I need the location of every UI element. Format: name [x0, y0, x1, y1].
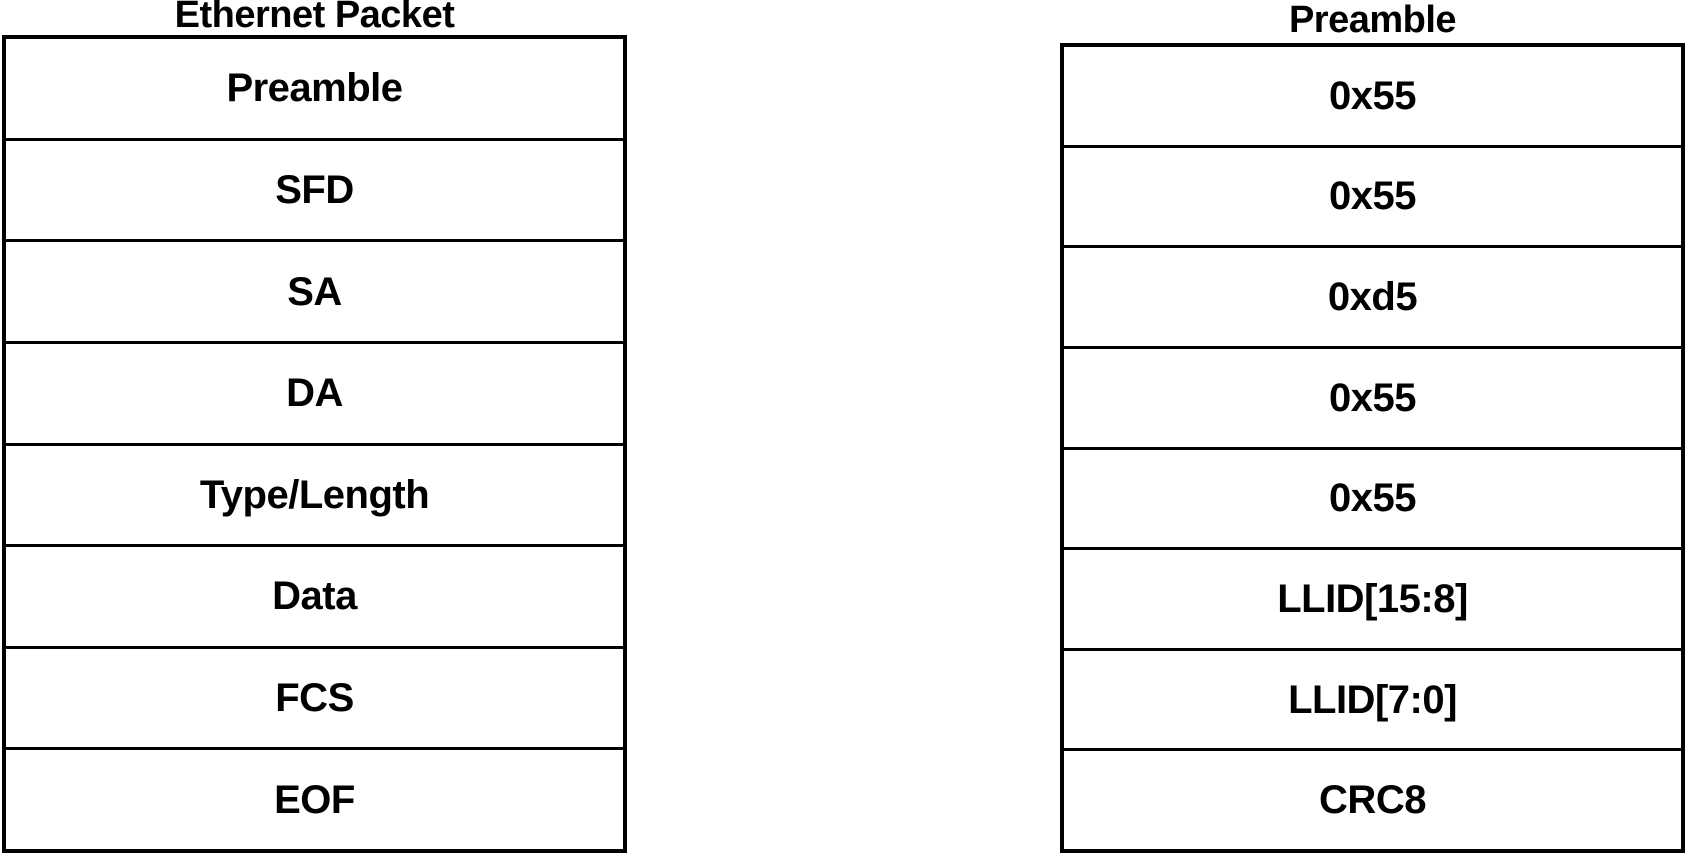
preamble-byte-4: 0x55 — [1064, 449, 1681, 551]
preamble-byte-0: 0x55 — [1064, 47, 1681, 148]
packet-field-da: DA — [6, 343, 623, 446]
packet-field-label: DA — [286, 371, 343, 416]
preamble-byte-label: 0xd5 — [1327, 275, 1418, 320]
preamble-byte-label: LLID[15:8] — [1277, 576, 1468, 621]
preamble-byte-label: 0x55 — [1329, 476, 1416, 521]
ethernet-packet-title: Ethernet Packet — [174, 0, 455, 35]
packet-field-label: FCS — [275, 676, 354, 721]
packet-field-fcs: FCS — [6, 648, 623, 751]
packet-field-data: Data — [6, 547, 623, 649]
preamble-byte-2: 0xd5 — [1064, 248, 1681, 349]
preamble-byte-1: 0x55 — [1064, 147, 1681, 249]
packet-field-sfd: SFD — [6, 140, 623, 243]
preamble-byte-llid-low: LLID[7:0] — [1064, 650, 1681, 752]
packet-field-label: SA — [287, 269, 342, 314]
ethernet-packet-panel: Ethernet Packet Preamble SFD SA DA Type/… — [2, 0, 627, 855]
preamble-byte-label: 0x55 — [1329, 73, 1416, 118]
packet-field-sa: SA — [6, 242, 623, 344]
ethernet-packet-field-stack: Preamble SFD SA DA Type/Length Data FCS … — [2, 35, 627, 853]
preamble-title: Preamble — [1288, 0, 1457, 40]
packet-field-preamble: Preamble — [6, 39, 623, 141]
preamble-byte-crc8: CRC8 — [1064, 751, 1681, 849]
packet-field-label: Data — [272, 574, 357, 619]
preamble-byte-label: CRC8 — [1319, 778, 1426, 823]
preamble-byte-label: 0x55 — [1329, 174, 1416, 219]
preamble-byte-label: 0x55 — [1329, 375, 1416, 420]
preamble-byte-stack: 0x55 0x55 0xd5 0x55 0x55 LLID[15:8] LLID… — [1060, 43, 1685, 853]
packet-field-label: Preamble — [226, 66, 403, 111]
packet-field-label: SFD — [275, 167, 354, 212]
packet-field-eof: EOF — [6, 750, 623, 849]
packet-field-type-length: Type/Length — [6, 445, 623, 548]
packet-field-label: EOF — [274, 777, 355, 822]
preamble-panel: Preamble 0x55 0x55 0xd5 0x55 0x55 LLID[1… — [1060, 0, 1685, 855]
preamble-byte-label: LLID[7:0] — [1288, 677, 1457, 722]
packet-field-label: Type/Length — [199, 472, 430, 517]
preamble-byte-3: 0x55 — [1064, 348, 1681, 450]
preamble-byte-llid-high: LLID[15:8] — [1064, 550, 1681, 651]
